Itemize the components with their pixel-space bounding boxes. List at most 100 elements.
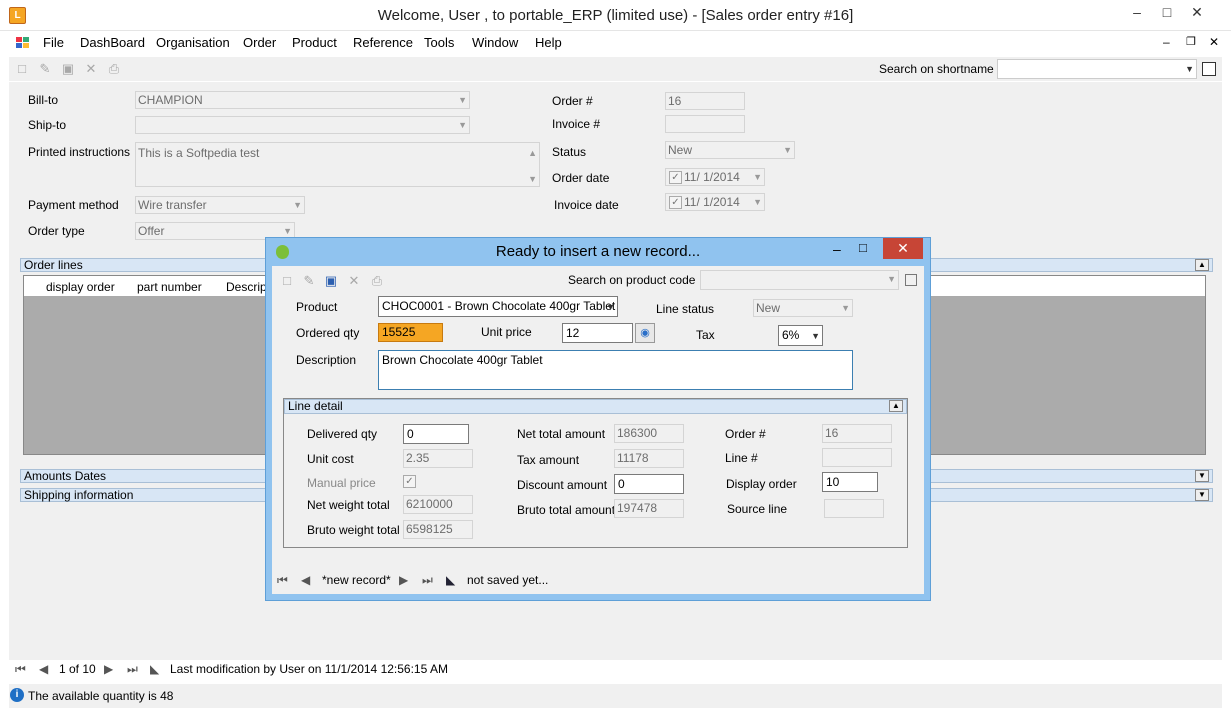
delivered-qty-input[interactable]: 0 xyxy=(403,424,469,444)
maximize-button[interactable]: □ xyxy=(1152,0,1182,26)
menu-dashboard[interactable]: DashBoard xyxy=(78,31,147,55)
grid-col-part-number[interactable]: part number xyxy=(137,280,202,294)
search-shortname-input[interactable]: ▼ xyxy=(997,59,1197,79)
last-record-icon[interactable]: ⏭ xyxy=(127,662,138,677)
billto-select[interactable]: CHAMPION ▼ xyxy=(135,91,470,109)
bruto-total-amount-field: 197478 xyxy=(614,499,684,518)
dialog-bookmark-icon[interactable] xyxy=(905,274,917,286)
expand-icon[interactable]: ▼ xyxy=(1195,489,1209,501)
dialog-minimize-button[interactable]: – xyxy=(833,241,841,257)
display-order-input[interactable]: 10 xyxy=(822,472,878,492)
payment-method-select[interactable]: Wire transfer ▼ xyxy=(135,196,305,214)
line-status-select[interactable]: New ▼ xyxy=(753,299,853,317)
product-label: Product xyxy=(296,300,338,314)
menu-help[interactable]: Help xyxy=(533,31,564,55)
history-icon[interactable]: ◣ xyxy=(150,662,159,676)
dialog-new-icon[interactable]: □ xyxy=(280,274,294,288)
window-title: Welcome, User , to portable_ERP (limited… xyxy=(377,7,854,24)
child-restore-icon[interactable]: ❐ xyxy=(1186,35,1196,48)
child-window-icon[interactable] xyxy=(15,36,30,49)
manual-price-label: Manual price xyxy=(307,476,376,490)
delete-icon[interactable]: ✕ xyxy=(84,62,98,76)
unit-cost-field: 2.35 xyxy=(403,449,473,468)
discount-amount-input[interactable]: 0 xyxy=(614,474,684,494)
net-weight-total-label: Net weight total xyxy=(307,498,390,512)
dialog-first-record-icon[interactable]: ⏮ xyxy=(277,573,288,588)
menu-tools[interactable]: Tools xyxy=(422,31,456,55)
new-icon[interactable]: □ xyxy=(15,62,29,76)
net-total-amount-label: Net total amount xyxy=(517,427,606,441)
dialog-maximize-button[interactable]: □ xyxy=(859,240,867,255)
order-date-picker[interactable]: ✓ 11/ 1/2014 ▼ xyxy=(665,168,765,186)
shipto-select[interactable]: ▼ xyxy=(135,116,470,134)
bruto-weight-total-label: Bruto weight total xyxy=(307,523,400,537)
dialog-prev-record-icon[interactable]: ◀ xyxy=(301,573,310,587)
ordered-qty-label: Ordered qty xyxy=(296,326,360,340)
line-detail-section[interactable]: Line detail ▲ xyxy=(284,399,907,414)
print-icon[interactable]: ⎙ xyxy=(107,62,121,76)
search-shortname-label: Search on shortname xyxy=(879,62,994,76)
source-line-label: Source line xyxy=(727,502,788,516)
collapse-icon[interactable]: ▲ xyxy=(889,400,903,412)
save-icon[interactable]: ▣ xyxy=(61,62,75,76)
order-date-checkbox[interactable]: ✓ xyxy=(669,171,682,184)
menu-product[interactable]: Product xyxy=(290,31,339,55)
invoice-number-label: Invoice # xyxy=(552,117,601,131)
ordered-qty-input[interactable]: 15525 xyxy=(378,323,443,342)
minimize-button[interactable]: – xyxy=(1122,0,1152,26)
description-label: Description xyxy=(296,353,357,367)
next-record-icon[interactable]: ▶ xyxy=(104,662,113,676)
dialog-history-icon[interactable]: ◣ xyxy=(446,573,455,587)
menu-reference[interactable]: Reference xyxy=(351,31,415,55)
line-number-label: Line # xyxy=(725,451,758,465)
tax-select[interactable]: 6% ▼ xyxy=(778,325,823,346)
line-order-number-field: 16 xyxy=(822,424,892,443)
child-minimize-icon[interactable]: – xyxy=(1163,35,1170,49)
prev-record-icon[interactable]: ◀ xyxy=(39,662,48,676)
grid-col-description[interactable]: Descrip xyxy=(226,280,267,294)
dialog-delete-icon[interactable]: ✕ xyxy=(347,274,361,288)
status-label: Status xyxy=(552,145,587,159)
dialog-record-position: *new record* xyxy=(322,573,391,587)
printed-instructions-textarea[interactable]: This is a Softpedia test ▲ ▼ xyxy=(135,142,540,187)
menu-file[interactable]: File xyxy=(41,31,66,55)
description-textarea[interactable]: Brown Chocolate 400gr Tablet xyxy=(378,350,853,390)
shipto-label: Ship-to xyxy=(28,118,67,132)
net-weight-total-field: 6210000 xyxy=(403,495,473,514)
info-icon: i xyxy=(10,688,24,702)
status-select[interactable]: New ▼ xyxy=(665,141,795,159)
order-type-label: Order type xyxy=(28,224,85,238)
dialog-edit-icon[interactable]: ✎ xyxy=(302,274,316,288)
dialog-save-icon[interactable]: ▣ xyxy=(324,274,338,288)
menu-order[interactable]: Order xyxy=(241,31,278,55)
first-record-icon[interactable]: ⏮ xyxy=(15,662,26,677)
dialog-app-icon[interactable] xyxy=(276,245,289,259)
grid-col-display-order[interactable]: display order xyxy=(46,280,115,294)
line-number-field xyxy=(822,448,892,467)
collapse-icon[interactable]: ▲ xyxy=(1195,259,1209,271)
product-select[interactable]: CHOC0001 - Brown Chocolate 400gr Tablet ▼ xyxy=(378,296,618,317)
manual-price-checkbox[interactable]: ✓ xyxy=(403,475,416,488)
edit-icon[interactable]: ✎ xyxy=(38,62,52,76)
menu-organisation[interactable]: Organisation xyxy=(154,31,232,55)
close-window-button[interactable]: ✕ xyxy=(1182,0,1212,26)
printed-instructions-label: Printed instructions xyxy=(28,145,131,159)
dialog-close-button[interactable]: ✕ xyxy=(883,238,923,259)
child-close-icon[interactable]: ✕ xyxy=(1209,35,1219,49)
invoice-date-checkbox[interactable]: ✓ xyxy=(669,196,682,209)
source-line-field xyxy=(824,499,884,518)
menu-window[interactable]: Window xyxy=(470,31,520,55)
invoice-date-label: Invoice date xyxy=(554,198,619,212)
bruto-total-amount-label: Bruto total amount xyxy=(517,503,616,517)
dialog-last-record-icon[interactable]: ⏭ xyxy=(422,573,433,588)
invoice-date-picker[interactable]: ✓ 11/ 1/2014 ▼ xyxy=(665,193,765,211)
net-total-amount-field: 186300 xyxy=(614,424,684,443)
search-product-code-input[interactable]: ▼ xyxy=(700,270,899,290)
bookmark-icon[interactable] xyxy=(1202,62,1216,76)
dialog-next-record-icon[interactable]: ▶ xyxy=(399,573,408,587)
payment-method-label: Payment method xyxy=(28,198,119,212)
unit-price-input[interactable]: 12 xyxy=(562,323,633,343)
dialog-print-icon[interactable]: ⎙ xyxy=(370,274,384,288)
price-lookup-icon[interactable]: ◉ xyxy=(635,323,655,343)
expand-icon[interactable]: ▼ xyxy=(1195,470,1209,482)
